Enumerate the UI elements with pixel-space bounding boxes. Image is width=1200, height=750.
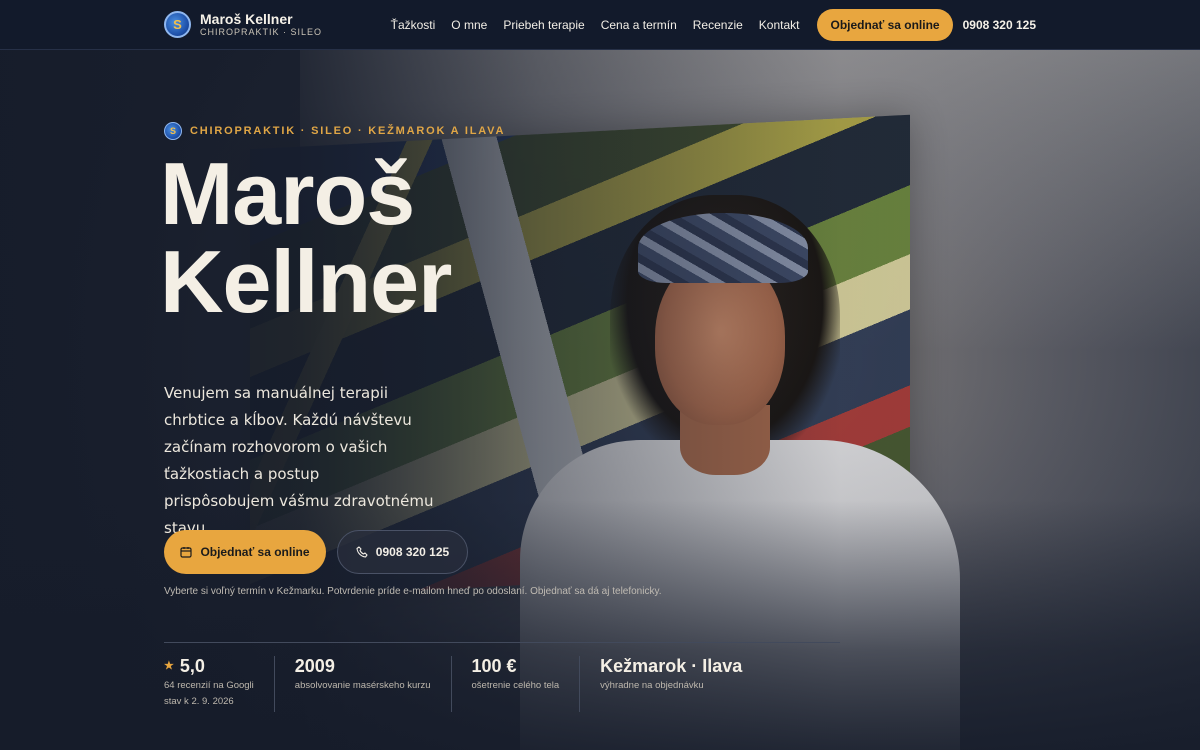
nav-link-o-mne[interactable]: O mne <box>451 18 487 32</box>
nav-link-priebeh-terapie[interactable]: Priebeh terapie <box>503 18 584 32</box>
brand-name: Maroš Kellner <box>200 11 293 27</box>
brand-text: Maroš Kellner CHIROPRAKTIK · SILEO <box>200 12 322 37</box>
nav-link-tazkosti[interactable]: Ťažkosti <box>391 18 436 32</box>
hero-call-label: 0908 320 125 <box>375 545 450 559</box>
stat-price: 100 € ošetrenie celého tela <box>450 656 580 712</box>
stat-rating-value-row: ★ 5,0 <box>164 656 254 676</box>
hero-title-last-name: Kellner <box>160 232 452 331</box>
stat-rating-date: stav k 2. 9. 2026 <box>164 696 234 707</box>
hero-book-online-label: Objednať sa online <box>200 545 310 559</box>
stat-year-label: absolvovanie masérskeho kurzu <box>294 680 431 691</box>
hero-call-button[interactable]: 0908 320 125 <box>337 530 468 574</box>
stat-locations: Kežmarok · Ilava výhradne na objednávku <box>579 656 762 712</box>
stat-rating: ★ 5,0 64 recenzií na Googli stav k 2. 9.… <box>164 656 274 712</box>
nav-link-kontakt[interactable]: Kontakt <box>759 18 800 32</box>
brand-home-link[interactable]: S Maroš Kellner CHIROPRAKTIK · SILEO <box>164 11 322 38</box>
stats-row: ★ 5,0 64 recenzií na Googli stav k 2. 9.… <box>164 656 762 716</box>
stat-locations-value: Kežmarok · Ilava <box>600 656 743 676</box>
eyebrow-logo-icon: S <box>164 122 182 140</box>
stat-rating-value: 5,0 <box>179 656 205 676</box>
eyebrow-text: CHIROPRAKTIK · SILEO · KEŽMAROK A ILAVA <box>190 125 506 137</box>
stat-year-value: 2009 <box>294 656 335 676</box>
hero-title-first-name: Maroš <box>160 144 415 243</box>
nav-book-online-button[interactable]: Objednať sa online <box>817 8 953 41</box>
stat-year: 2009 absolvovanie masérskeho kurzu <box>273 656 451 712</box>
brand-subtitle: CHIROPRAKTIK · SILEO <box>200 27 323 37</box>
hero-background-photo <box>0 0 1200 750</box>
stat-rating-label: 64 recenzií na Googli <box>164 680 254 691</box>
nav-menu: Ťažkosti O mne Priebeh terapie Cena a te… <box>391 18 800 32</box>
nav-phone-link[interactable]: 0908 320 125 <box>963 18 1036 32</box>
booking-note: Vyberte si voľný termín v Kežmarku. Potv… <box>164 586 662 597</box>
stats-divider <box>164 642 840 643</box>
phone-icon <box>356 546 368 558</box>
hero-title: Maroš Kellner <box>160 144 452 331</box>
calendar-icon <box>180 547 193 558</box>
stat-locations-label: výhradne na objednávku <box>600 680 704 691</box>
hero-description: Venujem sa manuálnej terapii chrbtice a … <box>164 384 434 537</box>
star-icon: ★ <box>164 660 174 672</box>
hero-eyebrow: S CHIROPRAKTIK · SILEO · KEŽMAROK A ILAV… <box>164 122 505 140</box>
navbar: S Maroš Kellner CHIROPRAKTIK · SILEO Ťaž… <box>0 0 1200 50</box>
logo-icon: S <box>164 11 191 38</box>
nav-link-cena-a-termin[interactable]: Cena a termín <box>601 18 677 32</box>
stat-price-value: 100 € <box>471 656 517 676</box>
nav-link-recenzie[interactable]: Recenzie <box>693 18 743 32</box>
stat-price-label: ošetrenie celého tela <box>471 680 560 691</box>
hero-book-online-button[interactable]: Objednať sa online <box>164 530 326 574</box>
